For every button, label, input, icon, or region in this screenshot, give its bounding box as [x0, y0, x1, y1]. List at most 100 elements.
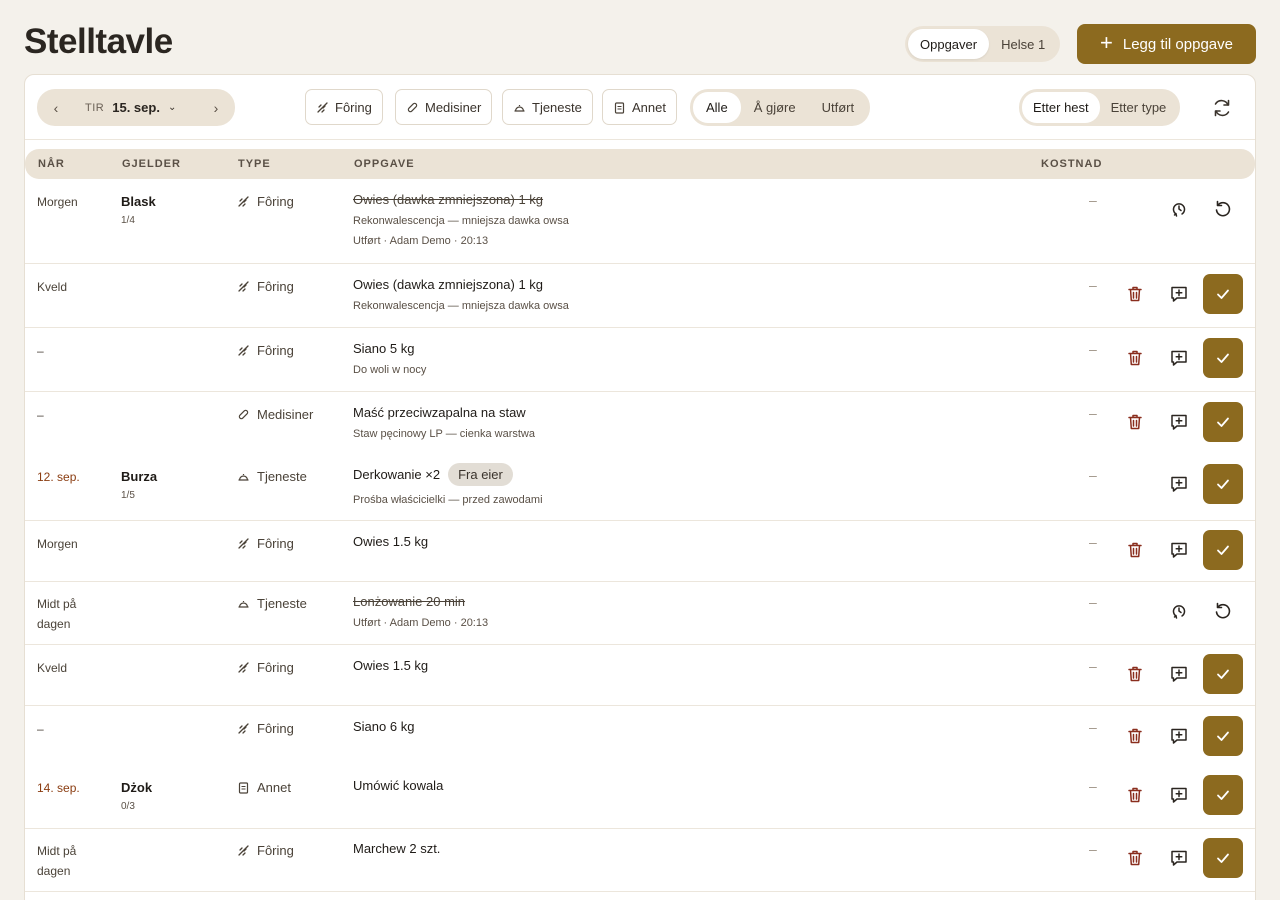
task-title: Owies (dawka zmniejszona) 1 kg [353, 192, 544, 207]
filter-medisiner[interactable]: Medisiner [395, 89, 493, 125]
complete-task-button[interactable] [1203, 464, 1243, 504]
filter-tjeneste[interactable]: Tjeneste [502, 89, 593, 125]
complete-task-button[interactable] [1203, 274, 1243, 314]
tab-helse[interactable]: Helse 1 [989, 29, 1057, 59]
add-note-icon[interactable] [1168, 283, 1190, 305]
row-cost: – [1089, 658, 1097, 674]
trash-icon[interactable] [1124, 347, 1146, 369]
undo-icon[interactable] [1212, 600, 1234, 622]
add-note-icon[interactable] [1168, 725, 1190, 747]
add-task-button[interactable]: + Legg til oppgave [1077, 24, 1256, 64]
row-task[interactable]: Owies (dawka zmniejszona) 1 kg Rekonwales… [353, 277, 973, 312]
row-task[interactable]: Lonżowanie 20 min Utført · Adam Demo · 20… [353, 594, 973, 629]
add-note-icon[interactable] [1168, 539, 1190, 561]
task-title-line: Owies (dawka zmniejszona) 1 kg [353, 192, 973, 207]
row-horse[interactable]: Burza 1/5 [121, 469, 157, 501]
trash-icon[interactable] [1124, 784, 1146, 806]
row-task[interactable]: Siano 6 kg [353, 719, 973, 734]
clipboard-icon [237, 781, 251, 794]
row-type: Fôring [237, 843, 294, 858]
complete-task-button[interactable] [1203, 402, 1243, 442]
undo-icon[interactable] [1212, 198, 1234, 220]
complete-task-button[interactable] [1203, 654, 1243, 694]
row-task[interactable]: Owies 1.5 kg [353, 658, 973, 673]
refresh-icon[interactable] [1211, 97, 1233, 119]
type-label: Fôring [257, 843, 294, 858]
add-note-icon[interactable] [1168, 784, 1190, 806]
table-row: Midt på dagen Fôring Marchew 2 szt. – [25, 829, 1255, 892]
row-when: Morgen [37, 537, 78, 551]
row-cost: – [1089, 467, 1097, 483]
view-by-type[interactable]: Etter type [1100, 92, 1178, 123]
header-cost: KOSTNAD [1041, 158, 1103, 170]
horse-task-count: 1/5 [121, 490, 135, 501]
table-row: 12. sep. Burza 1/5 Tjeneste Derkowanie ×… [25, 455, 1255, 521]
table-row: Morgen Fôring Owies 1.5 kg – [25, 521, 1255, 582]
add-note-icon[interactable] [1168, 473, 1190, 495]
chevron-right-icon[interactable]: › [197, 100, 235, 116]
task-title-line: Lonżowanie 20 min [353, 594, 973, 609]
owner-badge: Fra eier [448, 463, 513, 486]
trash-icon[interactable] [1124, 411, 1146, 433]
add-note-icon[interactable] [1168, 663, 1190, 685]
feed-icon [237, 280, 251, 293]
row-task[interactable]: Owies 1.5 kg [353, 534, 973, 549]
history-icon[interactable] [1168, 198, 1190, 220]
row-type: Annet [237, 780, 291, 795]
feed-icon [237, 661, 251, 674]
filter-label: Annet [632, 99, 666, 115]
date-picker[interactable]: TIR 15. sep. ⌄ [75, 100, 197, 115]
row-task[interactable]: Siano 5 kg Do woli w nocy [353, 341, 973, 376]
task-title-line: Owies (dawka zmniejszona) 1 kg [353, 277, 973, 292]
trash-icon[interactable] [1124, 539, 1146, 561]
trash-icon[interactable] [1124, 725, 1146, 747]
complete-task-button[interactable] [1203, 716, 1243, 756]
task-description: Staw pęcinowy LP — cienka warstwa [353, 428, 535, 440]
service-bell-icon [513, 101, 526, 114]
view-by-horse[interactable]: Etter hest [1022, 92, 1100, 123]
type-label: Fôring [257, 279, 294, 294]
row-when: Morgen [37, 195, 78, 209]
row-cost: – [1089, 405, 1097, 421]
row-task[interactable]: Marchew 2 szt. [353, 841, 973, 856]
add-note-icon[interactable] [1168, 347, 1190, 369]
trash-icon[interactable] [1124, 847, 1146, 869]
filter-foring[interactable]: Fôring [305, 89, 383, 125]
task-title-line: Marchew 2 szt. [353, 841, 973, 856]
row-type: Fôring [237, 194, 294, 209]
row-task[interactable]: Derkowanie ×2 Fra eier Prośba właścicielki… [353, 463, 973, 506]
add-note-icon[interactable] [1168, 847, 1190, 869]
task-completed-meta: Utført · Adam Demo · 20:13 [353, 235, 489, 247]
checkmark-icon [1215, 286, 1231, 302]
checkmark-icon [1215, 414, 1231, 430]
row-task[interactable]: Maść przeciwzapalna na staw Staw pęcinowy… [353, 405, 973, 440]
complete-task-button[interactable] [1203, 838, 1243, 878]
row-task[interactable]: Umówić kowala [353, 778, 973, 793]
add-note-icon[interactable] [1168, 411, 1190, 433]
complete-task-button[interactable] [1203, 530, 1243, 570]
status-alle[interactable]: Alle [693, 92, 741, 123]
row-type: Fôring [237, 660, 294, 675]
trash-icon[interactable] [1124, 283, 1146, 305]
row-cost: – [1089, 719, 1097, 735]
row-when: Kveld [37, 280, 68, 294]
row-type: Tjeneste [237, 596, 307, 611]
complete-task-button[interactable] [1203, 338, 1243, 378]
complete-task-button[interactable] [1203, 775, 1243, 815]
filter-annet[interactable]: Annet [602, 89, 677, 125]
row-horse[interactable]: Blask 1/4 [121, 194, 156, 226]
row-type: Fôring [237, 343, 294, 358]
chevron-left-icon[interactable]: ‹ [37, 100, 75, 116]
row-cost: – [1089, 594, 1097, 610]
tab-oppgaver[interactable]: Oppgaver [908, 29, 990, 59]
row-task[interactable]: Owies (dawka zmniejszona) 1 kg Rekonwales… [353, 192, 973, 247]
status-a-gjore[interactable]: Å gjøre [741, 92, 809, 123]
trash-icon[interactable] [1124, 663, 1146, 685]
row-horse[interactable]: Dżok 0/3 [121, 780, 152, 812]
table-header: NÅR GJELDER TYPE OPPGAVE KOSTNAD [25, 149, 1255, 179]
type-label: Fôring [257, 536, 294, 551]
task-title: Marchew 2 szt. [353, 841, 441, 856]
status-utfort[interactable]: Utført [809, 92, 868, 123]
row-cost: – [1089, 534, 1097, 550]
history-icon[interactable] [1168, 600, 1190, 622]
